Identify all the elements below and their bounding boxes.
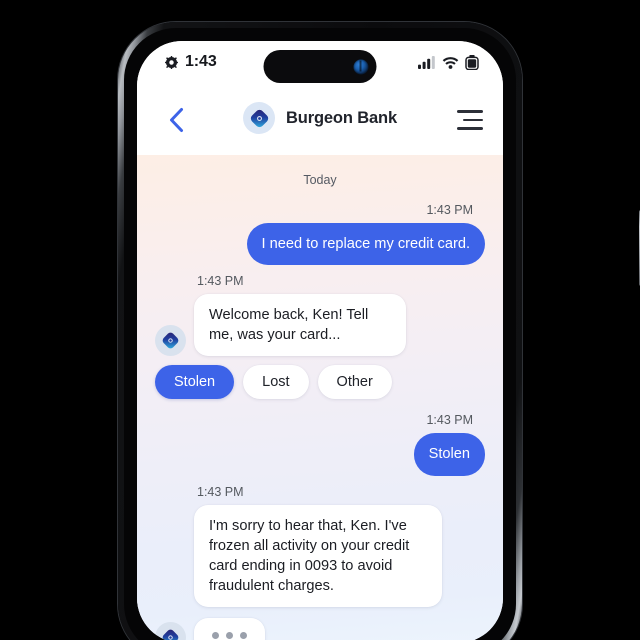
screenshot-canvas: 1:43 Burgeon Bank Today 1:43 PM I need t… xyxy=(0,0,640,640)
phone-device-frame: 1:43 Burgeon Bank Today 1:43 PM I need t… xyxy=(118,22,640,640)
record-gear-icon xyxy=(165,55,178,69)
bubble-row: I need to replace my credit card. xyxy=(155,223,485,266)
bot-avatar xyxy=(155,622,186,640)
phone-bezel: 1:43 Burgeon Bank Today 1:43 PM I need t… xyxy=(124,28,516,640)
chat-bubble-sent[interactable]: I need to replace my credit card. xyxy=(246,223,485,266)
typing-dot xyxy=(226,632,233,639)
menu-line-3 xyxy=(457,127,483,130)
dynamic-island[interactable] xyxy=(263,50,377,83)
message-timestamp: 1:43 PM xyxy=(426,413,473,428)
burgeon-bank-logo-badge xyxy=(243,102,276,134)
status-bar-clock: 1:43 xyxy=(185,53,217,70)
status-bar: 1:43 xyxy=(137,41,503,87)
typing-indicator-bubble xyxy=(194,618,265,640)
message-group-incoming: 1:43 PM Welcome back, Ken! Tell me, was … xyxy=(155,274,485,400)
bubble-row: Stolen xyxy=(155,433,485,476)
brand-lockup: Burgeon Bank xyxy=(243,102,397,134)
cellular-signal-icon xyxy=(418,56,435,69)
brand-name: Burgeon Bank xyxy=(286,108,397,127)
front-camera-lens xyxy=(353,59,369,74)
hamburger-menu-icon[interactable] xyxy=(451,104,483,136)
battery-full-icon xyxy=(465,55,479,70)
typing-dot xyxy=(212,632,219,639)
burgeon-bank-diamond-logo xyxy=(162,629,179,640)
message-group-incoming: 1:43 PM I'm sorry to hear that, Ken. I'v… xyxy=(155,484,485,607)
message-timestamp: 1:43 PM xyxy=(426,203,473,217)
bubble-row: Welcome back, Ken! Tell me, was your car… xyxy=(155,294,485,357)
menu-line-2 xyxy=(463,118,483,122)
bubble-row xyxy=(155,618,485,640)
burgeon-bank-diamond-logo xyxy=(162,333,179,349)
chat-bubble-received[interactable]: I'm sorry to hear that, Ken. I've frozen… xyxy=(194,504,442,607)
chat-thread[interactable]: Today 1:43 PM I need to replace my credi… xyxy=(137,155,503,640)
status-bar-left: 1:43 xyxy=(165,53,217,71)
bot-avatar xyxy=(155,325,186,357)
menu-line-1 xyxy=(457,110,483,113)
chevron-left-icon xyxy=(169,108,183,132)
back-button[interactable] xyxy=(159,103,193,137)
chat-bubble-received[interactable]: Welcome back, Ken! Tell me, was your car… xyxy=(194,294,406,357)
quick-reply-chip-stolen[interactable]: Stolen xyxy=(155,365,235,400)
chat-bubble-sent[interactable]: Stolen xyxy=(413,433,485,476)
quick-reply-chip-lost[interactable]: Lost xyxy=(243,365,309,400)
day-divider: Today xyxy=(303,173,337,187)
typing-dot xyxy=(240,632,247,639)
quick-reply-chip-other[interactable]: Other xyxy=(317,365,392,400)
typing-indicator-group xyxy=(155,618,485,640)
message-timestamp: 1:43 PM xyxy=(197,274,244,289)
message-group-outgoing: 1:43 PM I need to replace my credit card… xyxy=(155,203,485,266)
quick-reply-chip-group: Stolen Lost Other xyxy=(155,365,485,400)
message-timestamp: 1:43 PM xyxy=(197,484,244,499)
status-bar-right xyxy=(418,55,479,70)
burgeon-bank-diamond-logo xyxy=(250,109,268,127)
app-header: Burgeon Bank xyxy=(137,87,503,155)
phone-screen: 1:43 Burgeon Bank Today 1:43 PM I need t… xyxy=(137,41,503,640)
message-group-outgoing: 1:43 PM Stolen xyxy=(155,413,485,476)
bubble-row: I'm sorry to hear that, Ken. I've frozen… xyxy=(155,504,485,607)
wifi-icon xyxy=(442,57,459,69)
